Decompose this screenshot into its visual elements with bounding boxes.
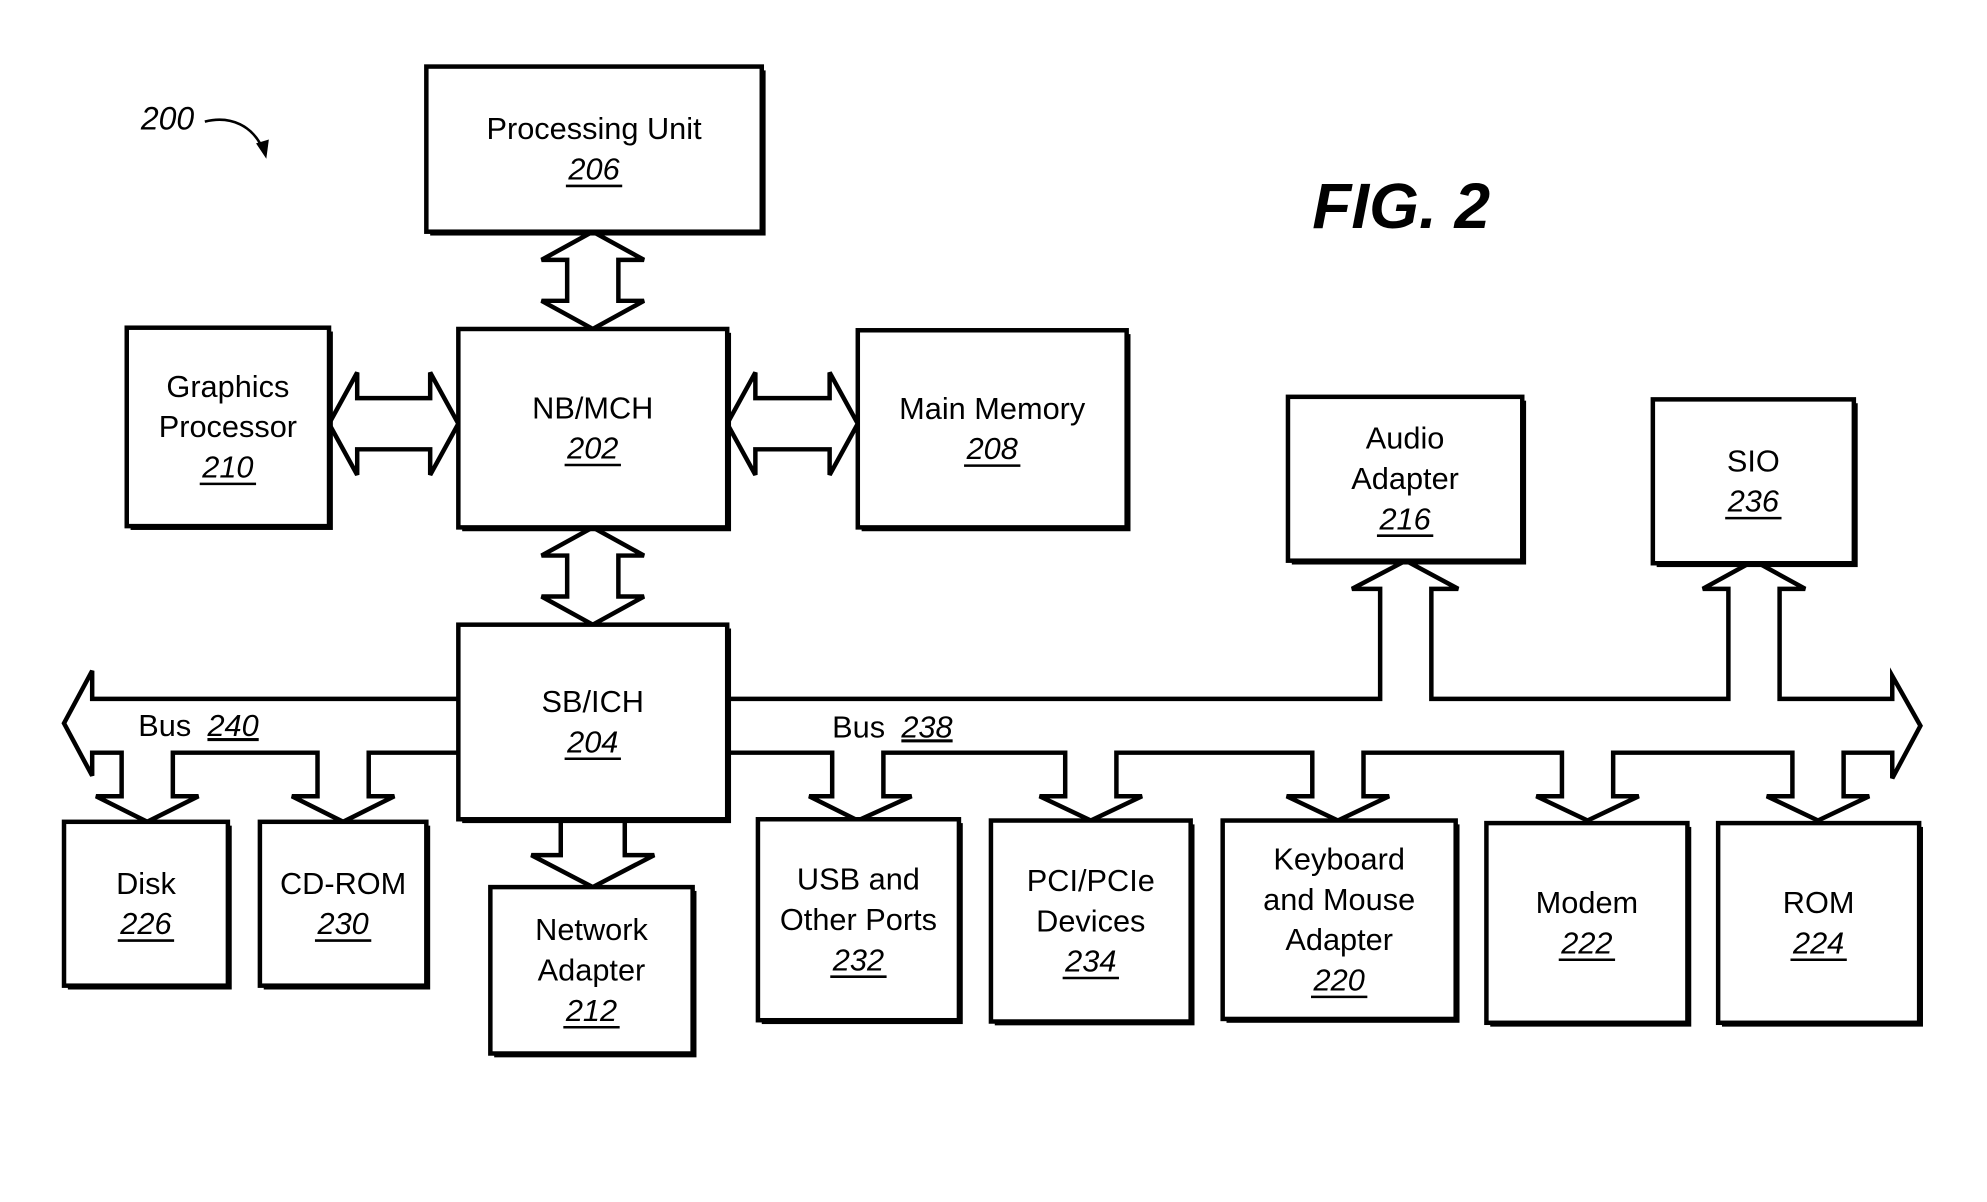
bus-238-ref: 238 xyxy=(900,709,952,744)
usb-ports-label: USB and xyxy=(797,862,920,897)
pci-devices-label: Devices xyxy=(1036,903,1145,938)
bus-240-ref: 240 xyxy=(206,708,258,743)
keyboard-mouse-adapter-label: Keyboard xyxy=(1273,842,1405,877)
figure-reference: 200 xyxy=(140,100,269,159)
nb-mch-box: NB/MCH 202 xyxy=(456,326,732,532)
main-memory-box-frame xyxy=(855,328,1129,530)
disk-label: Disk xyxy=(116,866,176,901)
nb-mch-ref-number: 202 xyxy=(566,431,618,466)
modem-box-frame xyxy=(1484,820,1690,1026)
rom-label: ROM xyxy=(1783,885,1855,920)
usb-ports-label: Other Ports xyxy=(780,902,937,937)
processing-unit-box-frame xyxy=(424,64,765,234)
keyboard-mouse-adapter-label: and Mouse xyxy=(1263,882,1415,917)
keyboard-mouse-adapter-ref-number: 220 xyxy=(1313,962,1365,997)
arrow-nb-mch-main-memory xyxy=(724,371,861,476)
audio-adapter-ref-number: 216 xyxy=(1378,501,1431,536)
disk-ref-number: 226 xyxy=(119,906,172,941)
audio-adapter-box: Audio Adapter 216 xyxy=(1285,394,1527,565)
arrow-graphics-nb-mch xyxy=(326,371,461,476)
figure-reference-arrow xyxy=(204,118,265,152)
usb-ports-ref-number: 232 xyxy=(832,942,884,977)
network-adapter-label: Adapter xyxy=(538,953,646,988)
graphics-processor-box: Graphics Processor 210 xyxy=(124,325,333,530)
processing-unit-ref-number: 206 xyxy=(567,152,620,187)
figure-reference-arrowhead xyxy=(256,139,269,159)
system-block-diagram: Processing Unit 206 NB/MCH 202 Graphics Proce… xyxy=(61,64,1923,1058)
bus-238 xyxy=(727,558,1923,824)
rom-box-frame xyxy=(1715,820,1922,1026)
disk-box-frame xyxy=(61,819,231,988)
processing-unit-label: Processing Unit xyxy=(486,111,702,146)
sb-ich-box-frame xyxy=(456,622,730,822)
main-memory-ref-number: 208 xyxy=(966,431,1018,466)
bus-240 xyxy=(61,669,459,825)
network-adapter-label: Network xyxy=(535,912,648,947)
bus-238-label: Bus 238 xyxy=(832,709,952,744)
sio-box-frame xyxy=(1650,397,1857,566)
arrow-processing-unit-nb-mch xyxy=(540,229,646,332)
usb-ports-box: USB and Other Ports 232 xyxy=(755,817,963,1025)
arrow-sb-ich-network-adapter xyxy=(530,819,656,890)
figure-reference-number: 200 xyxy=(140,100,195,136)
bus-240-label: Bus 240 xyxy=(138,708,258,743)
graphics-processor-label: Graphics xyxy=(166,369,289,404)
sb-ich-ref-number: 204 xyxy=(566,724,618,759)
pci-devices-label: PCI/PCIe xyxy=(1027,863,1155,898)
figure-title: FIG. 2 xyxy=(1312,170,1490,242)
modem-label: Modem xyxy=(1536,885,1638,920)
keyboard-mouse-adapter-label: Adapter xyxy=(1285,922,1393,957)
bus-238-name: Bus xyxy=(832,709,885,744)
buses-layer xyxy=(61,558,1923,825)
sb-ich-box: SB/ICH 204 xyxy=(456,622,732,824)
sb-ich-label: SB/ICH xyxy=(542,684,644,719)
keyboard-mouse-adapter-box: Keyboard and Mouse Adapter 220 xyxy=(1220,818,1460,1023)
rom-box: ROM 224 xyxy=(1715,820,1923,1027)
nb-mch-box-frame xyxy=(456,326,730,530)
sio-label: SIO xyxy=(1727,443,1780,478)
pci-devices-box: PCI/PCIe Devices 234 xyxy=(988,818,1195,1026)
modem-ref-number: 222 xyxy=(1560,925,1612,960)
sio-ref-number: 236 xyxy=(1727,484,1780,519)
components-layer: Processing Unit 206 NB/MCH 202 Graphics Proce… xyxy=(61,64,1923,1058)
cd-rom-box: CD-ROM 230 xyxy=(257,819,431,990)
cd-rom-label: CD-ROM xyxy=(280,866,406,901)
disk-box: Disk 226 xyxy=(61,819,232,990)
pci-devices-ref-number: 234 xyxy=(1064,944,1116,979)
graphics-processor-ref-number: 210 xyxy=(201,449,253,484)
network-adapter-box: Network Adapter 212 xyxy=(488,884,697,1058)
bus-240-name: Bus xyxy=(138,708,191,743)
sio-box: SIO 236 xyxy=(1650,397,1858,568)
graphics-processor-label: Processor xyxy=(159,409,297,444)
processing-unit-box: Processing Unit 206 xyxy=(424,64,766,236)
rom-ref-number: 224 xyxy=(1792,925,1844,960)
nb-mch-label: NB/MCH xyxy=(532,390,653,425)
main-memory-box: Main Memory 208 xyxy=(855,328,1131,532)
arrow-nb-mch-sb-ich xyxy=(540,524,646,628)
cd-rom-box-frame xyxy=(257,819,429,988)
cd-rom-ref-number: 230 xyxy=(316,906,368,941)
main-memory-label: Main Memory xyxy=(899,391,1086,426)
modem-box: Modem 222 xyxy=(1484,820,1692,1027)
audio-adapter-label: Audio xyxy=(1366,421,1445,456)
network-adapter-ref-number: 212 xyxy=(565,993,617,1028)
audio-adapter-label: Adapter xyxy=(1351,461,1459,496)
